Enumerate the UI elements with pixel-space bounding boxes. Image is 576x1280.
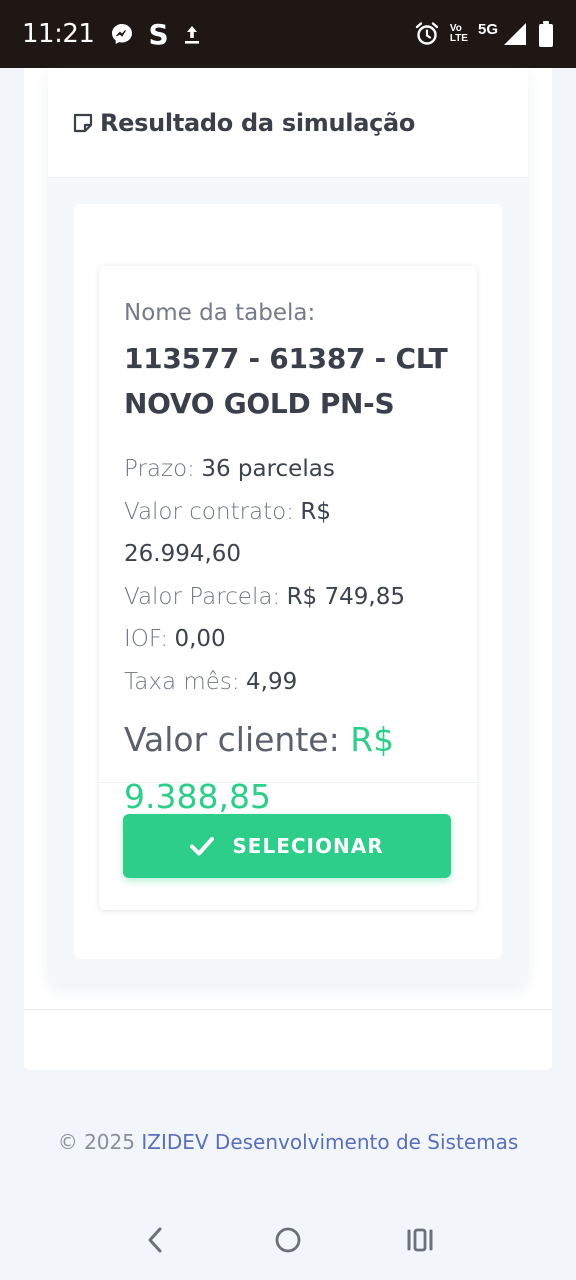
- footer-company-link[interactable]: IZIDEV Desenvolvimento de Sistemas: [141, 1130, 518, 1154]
- upload-icon: [183, 22, 201, 46]
- detail-valor-contrato: Valor contrato: R$ 26.994,60: [124, 491, 453, 576]
- detail-label: IOF:: [124, 626, 169, 652]
- nav-bar: [0, 1200, 576, 1280]
- battery-icon: [538, 20, 554, 48]
- outer-divider: [24, 1009, 552, 1010]
- messenger-icon: [110, 22, 134, 46]
- detail-taxa-mes: Taxa mês: 4,99: [124, 661, 453, 704]
- detail-value: 36 parcelas: [201, 456, 335, 482]
- details-list: Prazo: 36 parcelas Valor contrato: R$ 26…: [124, 448, 453, 703]
- recents-icon[interactable]: [390, 1210, 450, 1270]
- network-type: 5G: [477, 20, 498, 38]
- note-icon: [72, 112, 94, 134]
- table-name: 113577 - 61387 - CLT NOVO GOLD PN-S: [124, 336, 453, 426]
- status-left-icons: S: [110, 18, 200, 51]
- table-name-line1: 113577 - 61387 - CLT: [124, 342, 448, 375]
- client-value-row: Valor cliente: R$ 9.388,85: [124, 711, 453, 825]
- home-icon[interactable]: [258, 1210, 318, 1270]
- status-time: 11:21: [22, 19, 95, 49]
- back-icon[interactable]: [126, 1210, 186, 1270]
- footer: © 2025 IZIDEV Desenvolvimento de Sistema…: [0, 1130, 576, 1154]
- client-currency: R$: [350, 720, 395, 759]
- signal-icon: [502, 21, 528, 47]
- detail-label: Prazo:: [124, 456, 195, 482]
- volte-icon: Vo LTE: [450, 24, 468, 44]
- check-icon: [190, 836, 215, 856]
- detail-label: Taxa mês:: [124, 668, 240, 695]
- status-right-icons: Vo LTE 5G: [414, 20, 554, 48]
- page-title: Resultado da simulação: [100, 108, 416, 137]
- detail-value: 4,99: [246, 668, 298, 695]
- select-button-label: SELECIONAR: [232, 834, 384, 858]
- card-header: Resultado da simulação: [48, 68, 528, 178]
- card-divider: [99, 782, 477, 783]
- detail-value: R$ 749,85: [286, 583, 405, 610]
- table-name-label: Nome da tabela:: [124, 300, 316, 326]
- alarm-icon: [414, 21, 440, 47]
- client-value-label: Valor cliente:: [124, 720, 340, 759]
- status-bar: 11:21 S Vo LTE 5G: [0, 0, 576, 68]
- detail-prazo: Prazo: 36 parcelas: [124, 448, 453, 491]
- detail-label: Valor Parcela:: [124, 583, 281, 610]
- result-card: Nome da tabela: 113577 - 61387 - CLT NOV…: [99, 266, 477, 910]
- detail-value: 0,00: [174, 626, 226, 652]
- detail-iof: IOF: 0,00: [124, 618, 453, 661]
- detail-valor-parcela: Valor Parcela: R$ 749,85: [124, 576, 453, 619]
- volte-line2: LTE: [449, 33, 468, 44]
- table-name-line2: NOVO GOLD PN-S: [124, 387, 395, 420]
- footer-copyright: © 2025: [57, 1130, 135, 1154]
- s-app-icon: S: [148, 17, 169, 51]
- select-button[interactable]: SELECIONAR: [123, 814, 451, 878]
- detail-label: Valor contrato:: [124, 498, 294, 525]
- result-body: Nome da tabela: 113577 - 61387 - CLT NOV…: [99, 266, 477, 825]
